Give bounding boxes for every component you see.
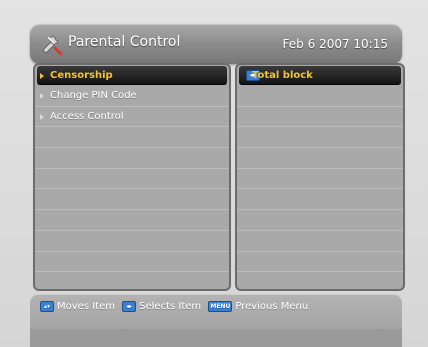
chevron-right-icon	[40, 73, 44, 79]
help-bar: ▴▾ Moves Item ◂▸ Selects Item MENU Previous…	[30, 294, 402, 347]
empty-row	[35, 252, 229, 273]
menu-key-icon: MENU	[208, 301, 233, 312]
menu-item-change-pin-code[interactable]: Change PIN Code	[35, 86, 229, 107]
option-total-block[interactable]: ◂▸ Total block	[239, 66, 401, 85]
footer-strip	[30, 329, 402, 347]
key-legend: ▴▾ Moves Item ◂▸ Selects Item MENU Previous…	[40, 301, 308, 313]
triangle-right-icon	[40, 113, 44, 120]
options-panel: ◂▸ Total block	[235, 63, 405, 291]
triangle-right-icon	[40, 93, 44, 99]
left-right-arrows-icon: ◂▸	[122, 301, 137, 312]
page-title: Parental Control	[68, 34, 181, 50]
empty-row	[35, 127, 229, 149]
menu-item-access-control[interactable]: Access Control	[35, 107, 229, 128]
empty-row	[237, 189, 403, 211]
empty-row	[237, 169, 403, 190]
title-bar: Parental Control Feb 6 2007 10:15	[30, 24, 402, 64]
empty-row	[35, 231, 229, 252]
menu-item-label: Access Control	[50, 110, 124, 122]
options-list: ◂▸ Total block	[237, 65, 403, 289]
empty-row	[237, 148, 403, 169]
empty-row	[35, 272, 229, 289]
screen: Parental Control Feb 6 2007 10:15 Censor…	[0, 0, 428, 347]
empty-row	[237, 86, 403, 107]
up-down-arrows-icon: ▴▾	[40, 301, 54, 312]
select-hint: Selects Item	[139, 301, 202, 312]
menu-item-label: Censorship	[50, 70, 113, 81]
date-time: Feb 6 2007 10:15	[282, 37, 388, 51]
empty-row	[35, 189, 229, 211]
menu-panel: Censorship Change PIN Code Access Contro…	[33, 63, 231, 291]
empty-row	[35, 148, 229, 169]
empty-row	[35, 169, 229, 190]
move-hint: Moves Item	[57, 301, 115, 312]
empty-row	[237, 107, 403, 128]
option-label: Total block	[252, 70, 313, 81]
empty-row	[35, 210, 229, 231]
wrench-screwdriver-icon	[42, 35, 63, 56]
empty-row	[237, 272, 403, 289]
empty-row	[237, 231, 403, 252]
previous-menu-hint: Previous Menu	[235, 301, 309, 312]
menu-item-censorship[interactable]: Censorship	[37, 66, 227, 85]
menu-item-label: Change PIN Code	[50, 90, 137, 101]
empty-row	[237, 127, 403, 149]
menu-list: Censorship Change PIN Code Access Contro…	[35, 65, 229, 289]
empty-row	[237, 252, 403, 273]
empty-row	[237, 210, 403, 231]
